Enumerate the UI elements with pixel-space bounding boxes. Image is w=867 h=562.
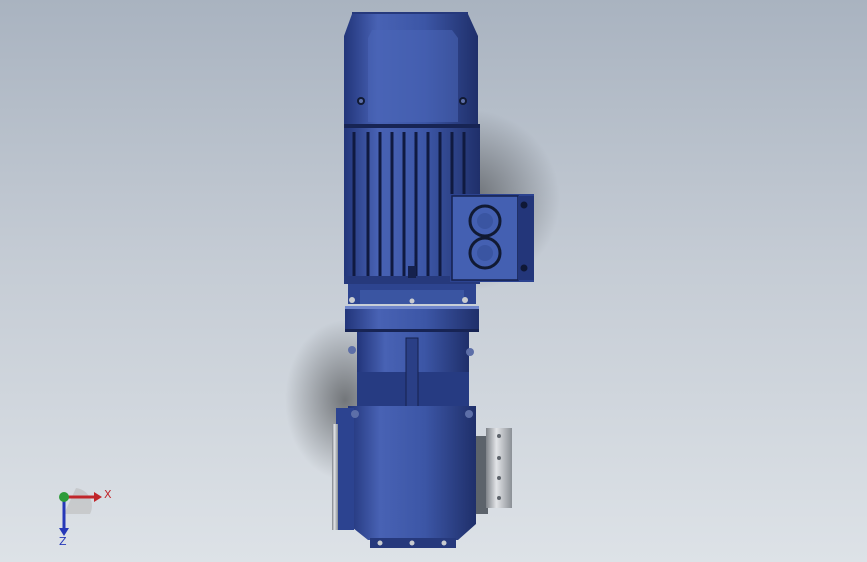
gearmotor-model[interactable] bbox=[0, 0, 867, 562]
output-flange-left bbox=[332, 424, 338, 530]
adapter-flange bbox=[345, 284, 479, 332]
terminal-box bbox=[450, 194, 534, 282]
model-viewport[interactable]: X Y Z bbox=[0, 0, 867, 562]
coordinate-triad: X Y Z bbox=[48, 480, 118, 550]
output-shaft-flange bbox=[476, 428, 512, 514]
y-axis-arrow bbox=[59, 492, 69, 502]
x-axis-label: X bbox=[104, 488, 112, 501]
gearbox-housing bbox=[336, 332, 476, 548]
z-axis-label: Z bbox=[59, 535, 67, 548]
fan-cover bbox=[344, 12, 478, 124]
